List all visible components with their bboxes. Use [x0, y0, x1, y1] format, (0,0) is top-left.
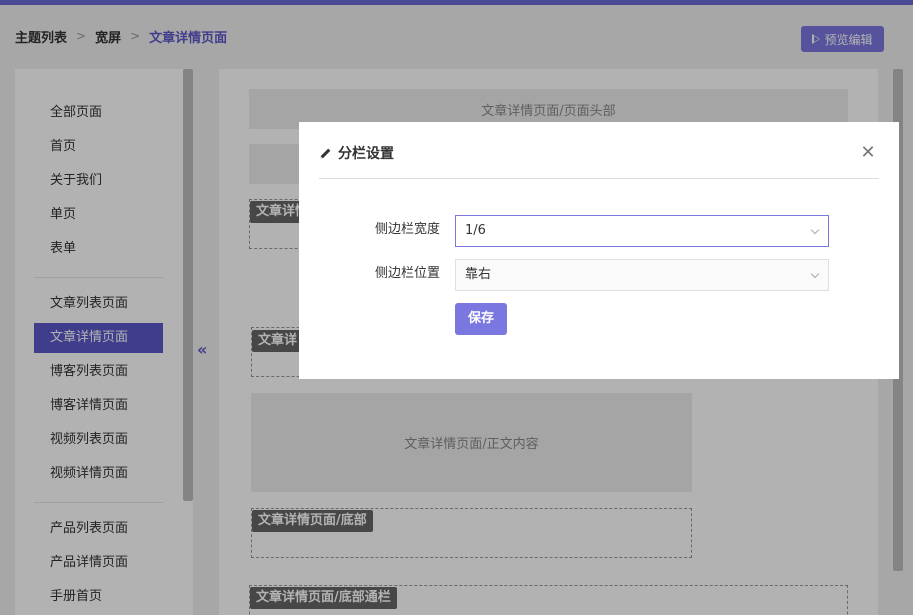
pencil-icon: [320, 148, 331, 159]
save-button[interactable]: 保存: [455, 303, 507, 335]
close-icon[interactable]: ✕: [859, 144, 877, 162]
dialog-divider: [319, 178, 879, 179]
sidebar-width-label: 侧边栏宽度: [374, 222, 440, 237]
sidebar-width-select[interactable]: 1/6: [455, 215, 829, 247]
sidebar-position-select[interactable]: 靠右: [455, 259, 829, 291]
dialog-title-text: 分栏设置: [338, 146, 394, 162]
dialog-title: 分栏设置: [319, 143, 394, 163]
chevron-down-icon: [810, 225, 820, 235]
column-settings-dialog: 分栏设置 ✕ 侧边栏宽度 1/6 侧边栏位置 靠右 保存: [299, 122, 899, 379]
sidebar-width-value: 1/6: [465, 223, 486, 238]
sidebar-position-label: 侧边栏位置: [374, 266, 440, 281]
sidebar-position-value: 靠右: [465, 267, 492, 282]
chevron-down-icon: [810, 269, 820, 279]
